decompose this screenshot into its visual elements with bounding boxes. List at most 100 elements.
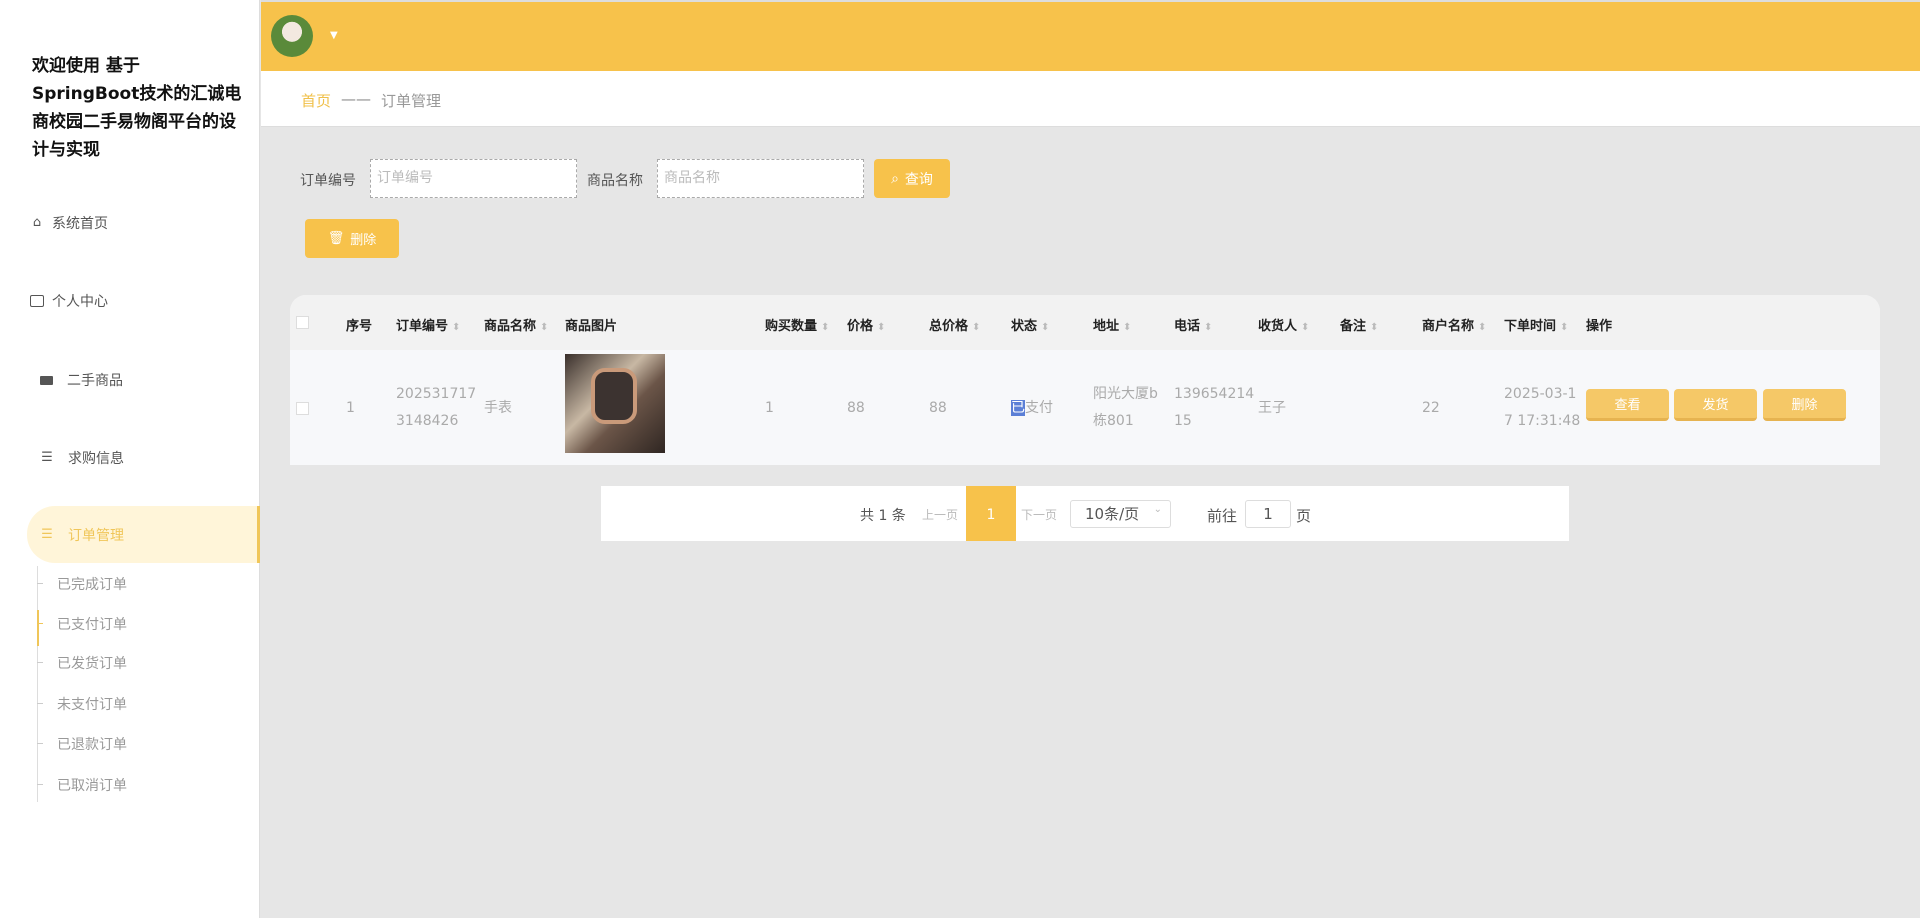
tick [37, 583, 43, 584]
sidebar-item-profile[interactable]: 个人中心 [30, 289, 108, 313]
briefcase-icon [40, 375, 53, 385]
cell-phone: 139654214 15 [1174, 386, 1255, 429]
sidebar-item-wanted[interactable]: ☰ 求购信息 [40, 446, 124, 470]
cell-product: 手表 [484, 400, 512, 416]
row-checkbox[interactable] [296, 402, 309, 415]
submenu-completed[interactable]: 已完成订单 [57, 574, 127, 594]
goto-label: 前往 [1207, 507, 1238, 525]
breadcrumb-separator: —— [341, 90, 372, 108]
sidebar-item-label: 个人中心 [52, 294, 108, 310]
col-status[interactable]: 状态 ⬍ [1011, 315, 1049, 334]
col-phone[interactable]: 电话 ⬍ [1174, 315, 1212, 334]
col-total[interactable]: 总价格 ⬍ [929, 315, 980, 334]
submenu-active-marker [37, 610, 39, 646]
goto-page-input[interactable]: 1 [1245, 500, 1291, 528]
top-header [261, 0, 1920, 71]
sort-icon: ⬍ [1370, 322, 1379, 333]
col-receiver[interactable]: 收货人 ⬍ [1258, 315, 1309, 334]
col-qty[interactable]: 购买数量 ⬍ [765, 315, 829, 334]
row-delete-button[interactable]: 删除 [1763, 389, 1846, 421]
sort-icon: ⬍ [1560, 322, 1569, 333]
next-page-button[interactable]: 下一页 [1021, 506, 1057, 523]
col-image: 商品图片 [565, 319, 618, 334]
watch-photo [591, 368, 637, 424]
cell-merchant: 22 [1422, 400, 1440, 416]
submenu-refunded[interactable]: 已退款订单 [57, 734, 127, 754]
query-label: 查询 [904, 171, 933, 188]
list-icon: ☰ [41, 450, 53, 465]
cell-total: 88 [929, 400, 947, 416]
sort-icon: ⬍ [1041, 322, 1050, 333]
col-product[interactable]: 商品名称 ⬍ [484, 315, 548, 334]
cell-index: 1 [346, 400, 355, 416]
query-button[interactable]: ⌕ 查询 [874, 159, 950, 198]
trash-icon: 🗑 [327, 231, 345, 246]
cell-qty: 1 [765, 400, 774, 416]
cell-price: 88 [847, 400, 865, 416]
cell-receiver: 王子 [1258, 400, 1286, 416]
col-price[interactable]: 价格 ⬍ [847, 315, 885, 334]
col-order-no[interactable]: 订单编号 ⬍ [396, 315, 460, 334]
sidebar-item-home[interactable]: ⌂ 系统首页 [30, 211, 108, 235]
delete-label: 删除 [350, 233, 377, 248]
tick [37, 784, 43, 785]
col-time[interactable]: 下单时间 ⬍ [1504, 315, 1568, 334]
cell-order-no: 202531717 3148426 [396, 386, 477, 429]
submenu-shipped[interactable]: 已发货订单 [57, 653, 127, 673]
caret-down-icon[interactable]: ▼ [330, 30, 338, 41]
page-1-button[interactable]: 1 [966, 486, 1016, 541]
prev-page-button[interactable]: 上一页 [922, 506, 958, 523]
view-button[interactable]: 查看 [1586, 389, 1669, 421]
col-index: 序号 [346, 319, 373, 334]
product-name-input[interactable]: 商品名称 [657, 159, 864, 198]
tick [37, 623, 43, 624]
ship-button[interactable]: 发货 [1674, 389, 1757, 421]
sort-icon: ⬍ [821, 322, 830, 333]
col-note[interactable]: 备注 ⬍ [1340, 315, 1378, 334]
submenu-line [37, 566, 38, 802]
product-name-label: 商品名称 [587, 173, 643, 189]
product-image[interactable] [565, 354, 665, 453]
sort-icon: ⬍ [452, 322, 461, 333]
sidebar-item-label: 系统首页 [52, 216, 108, 232]
sort-icon: ⬍ [972, 322, 981, 333]
submenu-cancelled[interactable]: 已取消订单 [57, 775, 127, 795]
orders-table: 序号 订单编号 ⬍ 商品名称 ⬍ 商品图片 购买数量 ⬍ 价格 ⬍ 总价格 ⬍ 状态 ⬍ 地… [290, 295, 1880, 465]
tick [37, 662, 43, 663]
col-address[interactable]: 地址 ⬍ [1093, 315, 1131, 334]
sort-icon: ⬍ [1123, 322, 1132, 333]
col-actions: 操作 [1586, 319, 1613, 334]
sort-icon: ⬍ [877, 322, 886, 333]
sort-icon: ⬍ [1301, 322, 1310, 333]
pagination-total: 共 1 条 [860, 508, 906, 524]
tick [37, 703, 43, 704]
delete-button[interactable]: 🗑 删除 [305, 219, 399, 258]
sidebar-item-orders[interactable]: ☰ 订单管理 [40, 523, 124, 547]
wallet-icon [30, 295, 44, 307]
home-icon: ⌂ [32, 215, 42, 230]
cell-status: 已支付 [1011, 400, 1053, 416]
select-all-checkbox[interactable] [296, 316, 309, 329]
sidebar-item-label: 订单管理 [68, 528, 124, 544]
breadcrumb-home[interactable]: 首页 [301, 90, 331, 111]
breadcrumb: 首页 —— 订单管理 [301, 90, 441, 111]
cell-time: 2025-03-1 7 17:31:48 [1504, 386, 1581, 429]
submenu-unpaid[interactable]: 未支付订单 [57, 694, 127, 714]
page-size-select[interactable]: 10条/页 ⌄ [1070, 500, 1171, 528]
search-icon: ⌕ [891, 170, 899, 187]
sidebar-item-products[interactable]: 二手商品 [40, 368, 123, 392]
app-title: 欢迎使用 基于SpringBoot技术的汇诚电商校园二手易物阁平台的设计与实现 [32, 56, 242, 160]
sort-icon: ⬍ [1478, 322, 1487, 333]
submenu-paid[interactable]: 已支付订单 [57, 614, 127, 634]
chevron-down-icon: ⌄ [1153, 504, 1162, 515]
page-unit-label: 页 [1296, 507, 1312, 525]
sidebar-item-label: 二手商品 [67, 373, 123, 389]
list-icon: ☰ [41, 527, 53, 542]
sidebar-item-label: 求购信息 [68, 451, 124, 467]
sort-icon: ⬍ [1204, 322, 1213, 333]
sort-icon: ⬍ [540, 322, 549, 333]
user-avatar[interactable] [271, 15, 313, 57]
order-no-input[interactable]: 订单编号 [370, 159, 577, 198]
col-merchant[interactable]: 商户名称 ⬍ [1422, 315, 1486, 334]
breadcrumb-current: 订单管理 [381, 92, 442, 110]
